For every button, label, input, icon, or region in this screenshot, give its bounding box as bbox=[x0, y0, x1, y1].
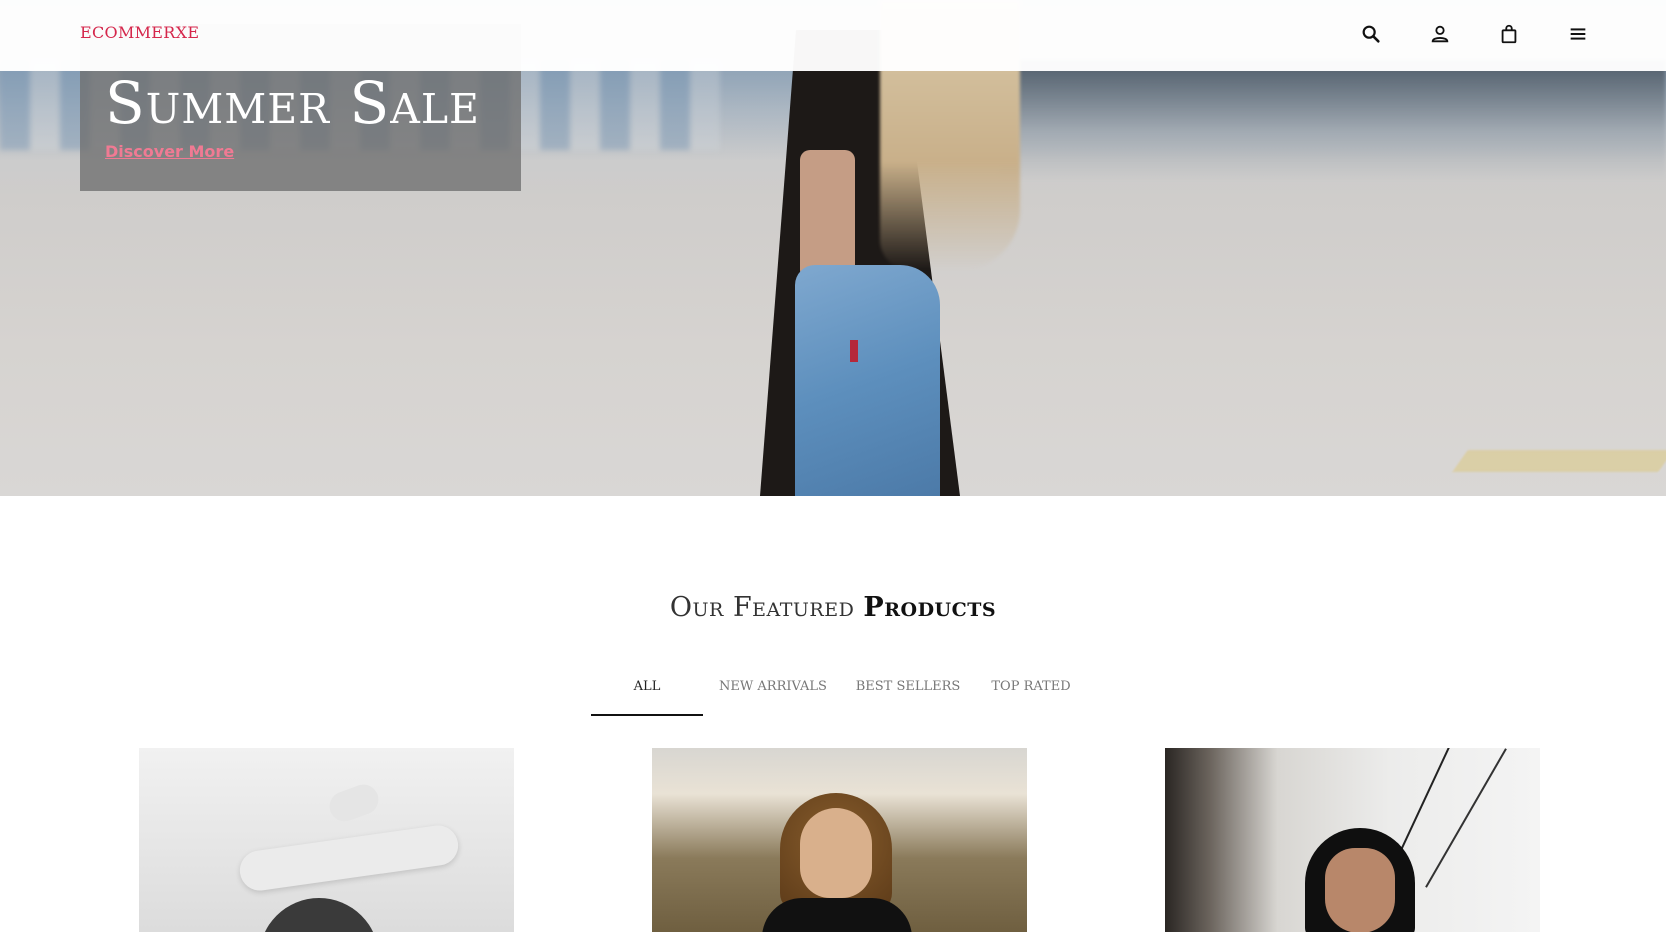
active-tab-underline bbox=[591, 714, 703, 716]
tab-best-sellers[interactable]: BEST SELLERS bbox=[850, 675, 966, 715]
product-image-detail bbox=[237, 822, 461, 894]
hero-banner: Summer Sale Discover More bbox=[0, 0, 1666, 496]
hero-road-marking bbox=[1452, 450, 1666, 472]
product-card[interactable] bbox=[652, 748, 1027, 932]
discover-more-link[interactable]: Discover More bbox=[105, 142, 234, 161]
product-image-detail bbox=[259, 898, 379, 932]
promo-title: Summer Sale bbox=[105, 69, 480, 137]
site-header: ECOMMERXE bbox=[0, 0, 1666, 71]
featured-title: Our Featured Products bbox=[0, 592, 1666, 623]
user-icon[interactable] bbox=[1426, 20, 1454, 48]
product-card[interactable] bbox=[1165, 748, 1540, 932]
product-image-detail bbox=[325, 780, 383, 826]
tab-all[interactable]: ALL bbox=[591, 675, 703, 715]
product-card[interactable] bbox=[139, 748, 514, 932]
featured-title-light: Our Featured bbox=[669, 592, 855, 623]
product-image-detail bbox=[800, 808, 872, 898]
tab-top-rated[interactable]: TOP RATED bbox=[985, 675, 1077, 715]
tab-new-arrivals[interactable]: NEW ARRIVALS bbox=[715, 675, 831, 715]
hero-model-jeans bbox=[795, 265, 940, 496]
product-image-detail bbox=[1325, 848, 1395, 932]
shopping-bag-icon[interactable] bbox=[1495, 20, 1523, 48]
product-image-detail bbox=[762, 898, 912, 932]
hero-background-wall-right bbox=[1000, 60, 1666, 180]
product-filter-tabs: ALL NEW ARRIVALS BEST SELLERS TOP RATED bbox=[0, 675, 1666, 716]
featured-title-strong: Products bbox=[863, 592, 997, 623]
hero-jeans-tag bbox=[850, 340, 858, 362]
search-icon[interactable] bbox=[1357, 20, 1385, 48]
menu-icon[interactable] bbox=[1564, 20, 1592, 48]
site-logo[interactable]: ECOMMERXE bbox=[80, 23, 199, 42]
hero-model-skin bbox=[800, 150, 855, 280]
